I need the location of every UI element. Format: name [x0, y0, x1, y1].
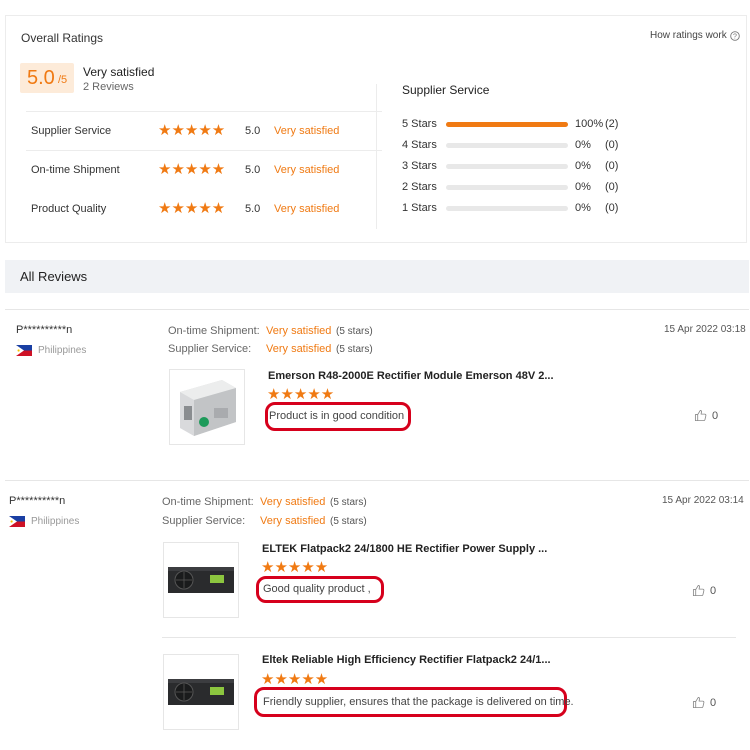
service-label: Supplier Service:	[162, 515, 246, 527]
category-value: 5.0	[245, 164, 261, 176]
breakdown-percent: 0%	[575, 181, 591, 193]
category-text: Very satisfied	[274, 203, 340, 215]
philippines-flag-icon	[9, 516, 25, 527]
review-divider	[5, 480, 749, 481]
breakdown-label: 5 Stars	[402, 118, 437, 130]
breakdown-title: Supplier Service	[402, 83, 490, 97]
breakdown-count: (0)	[605, 202, 619, 214]
product-rating-stars: ★★★★★	[261, 671, 329, 688]
shipment-stars: (5 stars)	[330, 497, 367, 508]
breakdown-label: 2 Stars	[402, 181, 437, 193]
help-icon: ?	[729, 30, 740, 41]
service-value: Very satisfied	[266, 343, 332, 355]
breakdown-percent: 0%	[575, 139, 591, 151]
breakdown-bar	[446, 185, 568, 190]
item-divider	[162, 637, 736, 638]
category-value: 5.0	[245, 203, 261, 215]
how-ratings-work-link[interactable]: How ratings work ?	[650, 30, 740, 41]
shipment-value: Very satisfied	[260, 496, 326, 508]
flatpack-rectifier-image	[168, 679, 234, 705]
category-value: 5.0	[245, 125, 261, 137]
category-stars: ★★★★★	[158, 161, 226, 178]
product-rating-stars: ★★★★★	[261, 559, 329, 576]
rectifier-module-image	[180, 380, 236, 436]
category-label: Product Quality	[31, 203, 107, 215]
product-title[interactable]: Eltek Reliable High Efficiency Rectifier…	[262, 654, 551, 666]
reviewer-name: P**********n	[9, 495, 66, 507]
overall-score-label: Very satisfied	[83, 65, 155, 79]
breakdown-label: 1 Stars	[402, 202, 437, 214]
overall-ratings-title: Overall Ratings	[21, 31, 104, 45]
like-count: 0	[710, 696, 717, 709]
breakdown-count: (0)	[605, 160, 619, 172]
reviewer-country: Philippines	[31, 516, 80, 527]
service-stars: (5 stars)	[330, 516, 367, 527]
section-divider	[376, 84, 377, 229]
like-count: 0	[710, 584, 717, 597]
philippines-flag-icon	[16, 345, 32, 356]
product-title[interactable]: ELTEK Flatpack2 24/1800 HE Rectifier Pow…	[262, 543, 547, 555]
thumbs-up-icon	[692, 696, 705, 709]
category-stars: ★★★★★	[158, 200, 226, 217]
reviewer-country: Philippines	[38, 345, 87, 356]
shipment-value: Very satisfied	[266, 325, 332, 337]
shipment-label: On-time Shipment:	[168, 325, 260, 337]
breakdown-bar	[446, 122, 568, 127]
review-date: 15 Apr 2022 03:14	[662, 495, 744, 506]
all-reviews-header: All Reviews	[5, 260, 749, 293]
breakdown-count: (0)	[605, 139, 619, 151]
review-date: 15 Apr 2022 03:18	[664, 324, 746, 335]
all-reviews-title: All Reviews	[20, 269, 88, 284]
breakdown-percent: 0%	[575, 160, 591, 172]
service-stars: (5 stars)	[336, 344, 373, 355]
service-label: Supplier Service:	[168, 343, 252, 355]
row-divider	[26, 150, 382, 151]
category-text: Very satisfied	[274, 164, 340, 176]
category-label: On-time Shipment	[31, 164, 120, 176]
overall-score-badge: 5.0 /5	[20, 63, 74, 93]
breakdown-percent: 0%	[575, 202, 591, 214]
flatpack-rectifier-image	[168, 567, 234, 593]
overall-score: 5.0	[27, 67, 55, 89]
reviews-count: 2 Reviews	[83, 81, 134, 93]
review-comment: Friendly supplier, ensures that the pack…	[263, 696, 574, 708]
breakdown-bar	[446, 206, 568, 211]
svg-text:?: ?	[733, 33, 737, 40]
row-divider	[26, 111, 382, 112]
review-comment: Good quality product ,	[263, 583, 371, 595]
category-text: Very satisfied	[274, 125, 340, 137]
breakdown-bar	[446, 164, 568, 169]
like-button[interactable]: 0	[694, 409, 718, 422]
product-title[interactable]: Emerson R48-2000E Rectifier Module Emers…	[268, 370, 554, 382]
review-comment: Product is in good condition	[269, 410, 405, 422]
breakdown-count: (0)	[605, 181, 619, 193]
overall-score-suffix: /5	[58, 74, 68, 86]
breakdown-label: 4 Stars	[402, 139, 437, 151]
breakdown-count: (2)	[605, 118, 619, 130]
like-button[interactable]: 0	[692, 584, 716, 597]
breakdown-bar-fill	[446, 122, 568, 127]
product-thumbnail[interactable]	[169, 369, 245, 445]
product-thumbnail[interactable]	[163, 542, 239, 618]
product-thumbnail[interactable]	[163, 654, 239, 730]
like-count: 0	[712, 409, 719, 422]
category-stars: ★★★★★	[158, 122, 226, 139]
section-divider	[5, 309, 749, 310]
overall-ratings-card: Overall Ratings How ratings work ? 5.0 /…	[5, 15, 747, 243]
service-value: Very satisfied	[260, 515, 326, 527]
reviewer-name: P**********n	[16, 324, 73, 336]
like-button[interactable]: 0	[692, 696, 716, 709]
thumbs-up-icon	[694, 409, 707, 422]
breakdown-bar	[446, 143, 568, 148]
product-rating-stars: ★★★★★	[267, 386, 335, 403]
category-label: Supplier Service	[31, 125, 112, 137]
breakdown-label: 3 Stars	[402, 160, 437, 172]
shipment-stars: (5 stars)	[336, 326, 373, 337]
shipment-label: On-time Shipment:	[162, 496, 254, 508]
thumbs-up-icon	[692, 584, 705, 597]
breakdown-percent: 100%	[575, 118, 604, 130]
